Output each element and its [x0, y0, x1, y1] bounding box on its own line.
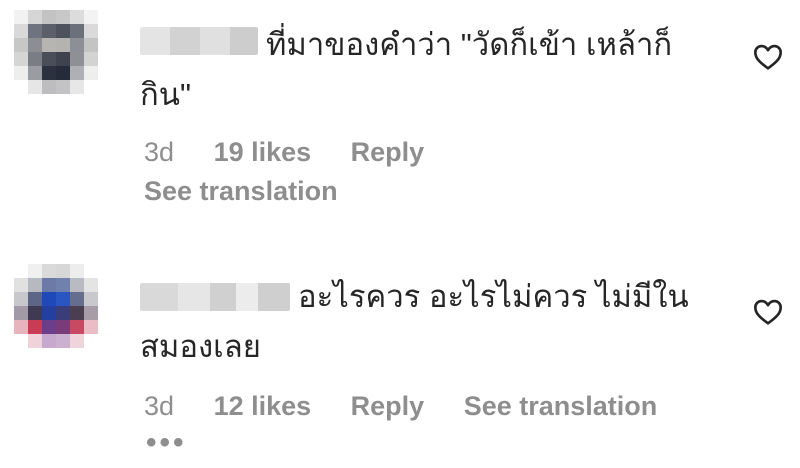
reply-button[interactable]: Reply: [351, 388, 425, 424]
see-translation-link[interactable]: See translation: [464, 388, 658, 424]
comment-item: ที่มาของคำว่า "วัดก็เข้า เหล้าก็กิน" 3d …: [0, 0, 800, 240]
comment-item: อะไรควร อะไรไม่ควร ไม่มีในสมองเลย 3d 12 …: [0, 250, 800, 468]
comment-meta: 3d 12 likes Reply See translation: [144, 388, 657, 424]
comment-text: อะไรควร อะไรไม่ควร ไม่มีในสมองเลย: [140, 279, 689, 364]
comment-text: ที่มาของคำว่า "วัดก็เข้า เหล้าก็กิน": [140, 27, 673, 112]
likes-count[interactable]: 12 likes: [214, 388, 312, 424]
comment-meta: 3d 19 likes Reply: [144, 134, 456, 170]
see-translation-link[interactable]: See translation: [144, 173, 338, 209]
avatar[interactable]: [14, 10, 98, 94]
more-options-icon[interactable]: •••: [146, 428, 187, 458]
heart-icon[interactable]: [752, 296, 784, 328]
reply-button[interactable]: Reply: [351, 134, 425, 170]
avatar[interactable]: [14, 264, 98, 348]
comment-timestamp: 3d: [144, 137, 175, 167]
comment-timestamp: 3d: [144, 391, 175, 421]
heart-icon[interactable]: [752, 41, 784, 73]
likes-count[interactable]: 19 likes: [214, 134, 312, 170]
